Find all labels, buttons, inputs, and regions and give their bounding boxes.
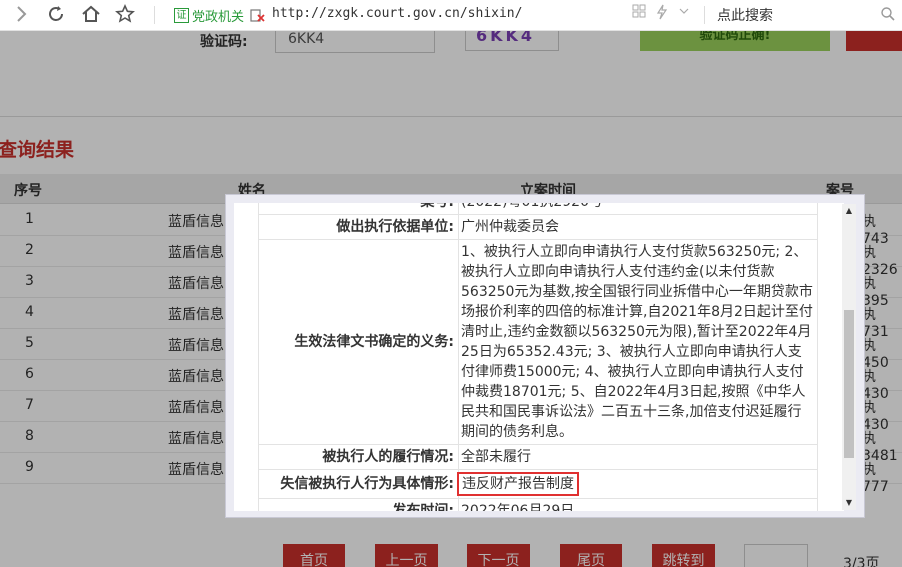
field-label: 发布时间: [258,498,459,511]
field-value: 广州仲裁委员会 [458,214,818,240]
lightning-icon[interactable] [655,4,669,24]
detail-row: 失信被执行人行为具体情形: 违反财产报告制度 [258,469,818,499]
field-value: (2022)粤01执2920号 [458,203,818,215]
refresh-icon[interactable] [45,4,67,26]
field-value: 2022年06月29日 [458,498,818,511]
detail-table: 案号: (2022)粤01执2920号 做出执行依据单位: 广州仲裁委员会 生效… [258,203,818,511]
home-icon[interactable] [80,4,102,26]
separator [704,6,705,24]
field-label: 案号: [258,203,459,215]
detail-dialog: 案号: (2022)粤01执2920号 做出执行依据单位: 广州仲裁委员会 生效… [225,194,865,518]
forward-icon[interactable] [10,4,32,26]
field-value: 全部未履行 [458,444,818,470]
scroll-down-icon[interactable]: ▼ [842,496,856,510]
cert-label: 党政机关 [192,9,245,25]
address-bar[interactable]: http://zxgk.court.gov.cn/shixin/ [272,6,522,21]
star-icon[interactable] [114,4,136,26]
detail-content: 案号: (2022)粤01执2920号 做出执行依据单位: 广州仲裁委员会 生效… [234,203,844,511]
cert-badge[interactable]: 证 党政机关 [174,6,245,25]
detail-row: 做出执行依据单位: 广州仲裁委员会 [258,214,818,240]
modal-scrollbar[interactable]: ▲ ▼ [842,204,856,510]
detail-row: 案号: (2022)粤01执2920号 [258,203,818,215]
apps-icon[interactable] [632,4,646,22]
field-label: 失信被执行人行为具体情形: [258,469,459,499]
separator [154,6,155,24]
detail-row: 发布时间: 2022年06月29日 [258,498,818,511]
field-value: 1、被执行人立即向申请执行人支付货款563250元; 2、被执行人立即向申请执行… [458,239,818,445]
field-label: 被执行人的履行情况: [258,444,459,470]
search-icon[interactable] [880,6,896,22]
field-label: 生效法律文书确定的义务: [258,239,459,445]
highlighted-field-value: 违反财产报告制度 [457,472,579,496]
chevron-down-icon[interactable] [679,4,689,20]
search-input[interactable]: 点此搜索 [717,5,773,25]
field-label: 做出执行依据单位: [258,214,459,240]
insecure-icon[interactable] [250,7,266,23]
browser-toolbar: 证 党政机关 http://zxgk.court.gov.cn/shixin/ … [0,0,902,31]
detail-row: 被执行人的履行情况: 全部未履行 [258,444,818,470]
cert-icon: 证 [174,7,189,23]
scroll-up-icon[interactable]: ▲ [842,204,856,218]
detail-row: 生效法律文书确定的义务: 1、被执行人立即向申请执行人支付货款563250元; … [258,239,818,445]
scroll-thumb[interactable] [844,310,854,458]
